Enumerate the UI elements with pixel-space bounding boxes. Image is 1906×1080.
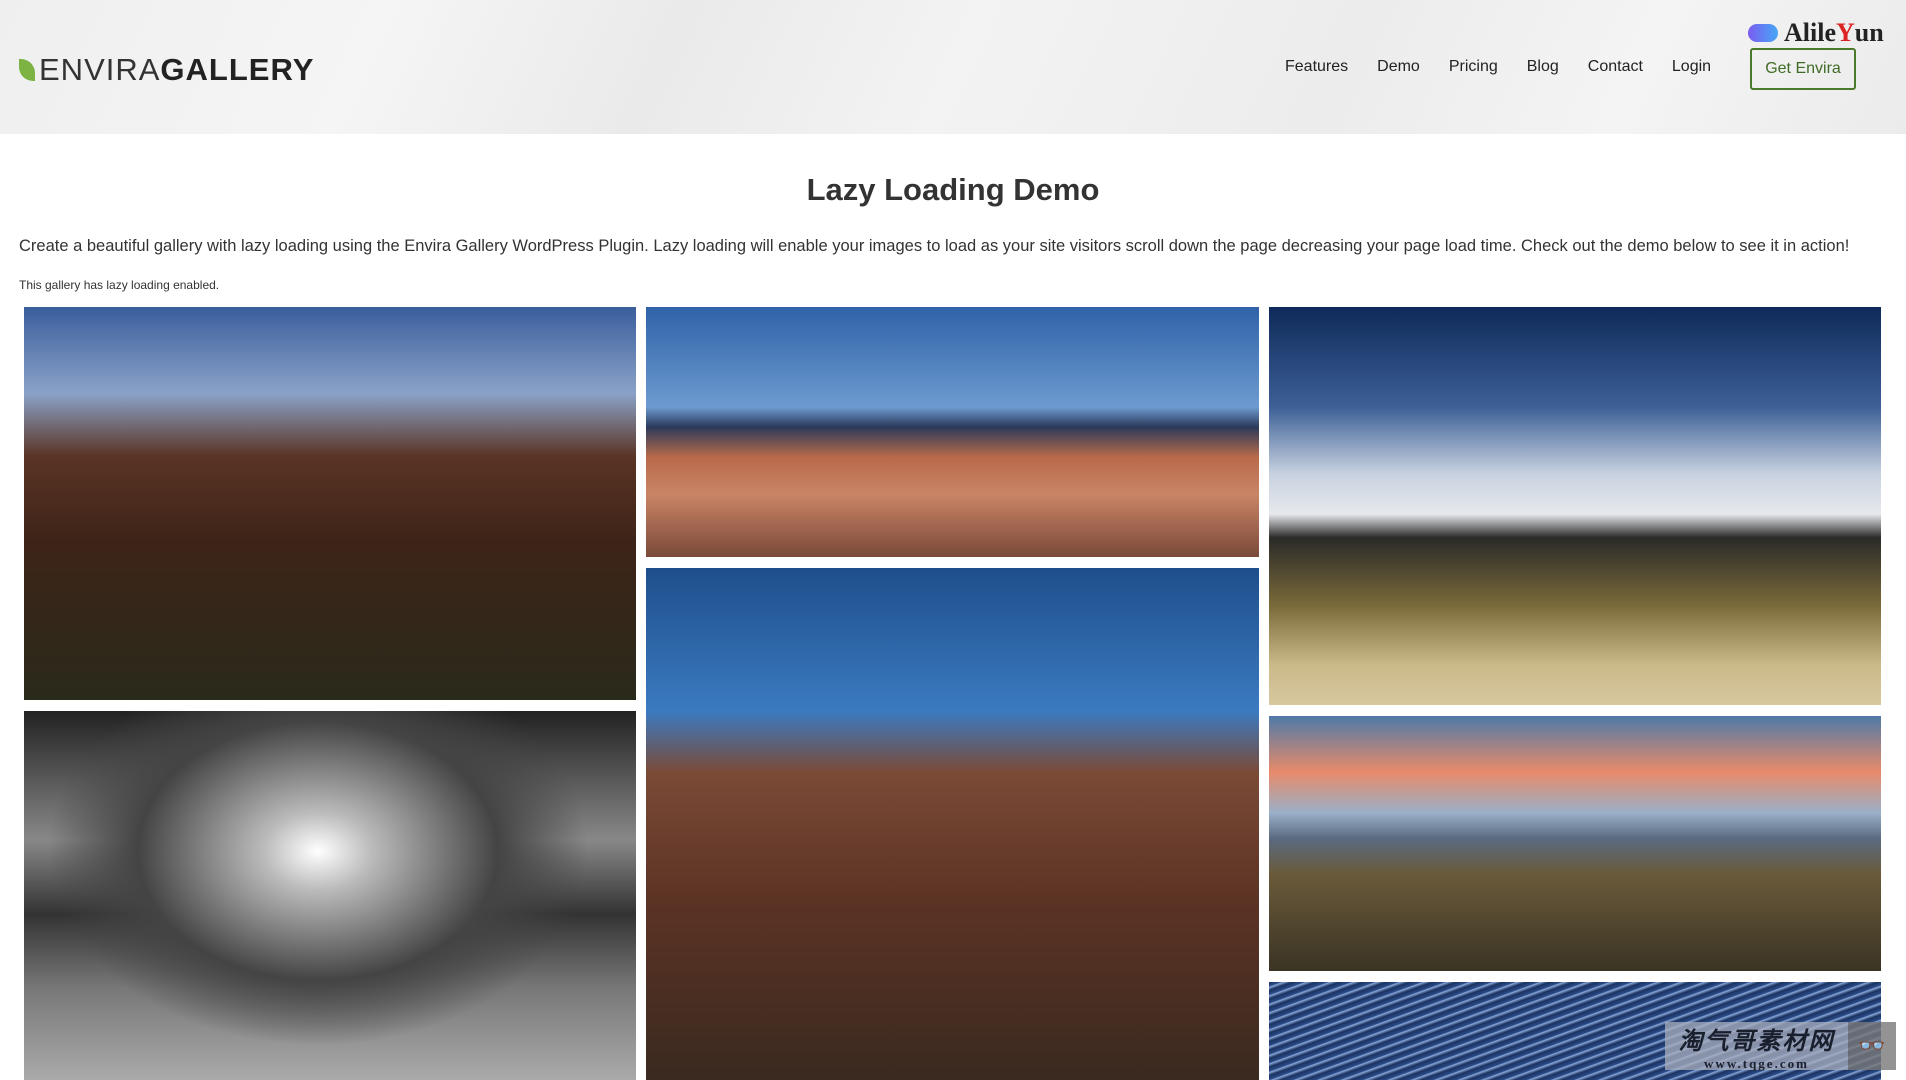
nav-login[interactable]: Login bbox=[1672, 58, 1711, 76]
nav-blog[interactable]: Blog bbox=[1527, 58, 1559, 76]
watermark-url: www.tqge.com bbox=[1704, 1055, 1809, 1071]
tqge-watermark: 淘气哥素材网 www.tqge.com bbox=[1665, 1022, 1848, 1071]
leaf-icon bbox=[19, 59, 35, 81]
envira-logo[interactable]: ENVIRA GALLERY bbox=[19, 52, 314, 88]
gallery-image-black-white-dunes[interactable] bbox=[24, 711, 636, 1080]
nav-pricing[interactable]: Pricing bbox=[1449, 58, 1498, 76]
cloud-icon bbox=[1748, 24, 1778, 42]
logo-text-gallery: GALLERY bbox=[160, 52, 315, 87]
gallery-image-canyon-night-road[interactable] bbox=[24, 307, 636, 700]
site-header: ENVIRA GALLERY Features Demo Pricing Blo… bbox=[0, 0, 1906, 134]
get-envira-button[interactable]: Get Envira bbox=[1750, 48, 1856, 90]
main-nav: Features Demo Pricing Blog Contact Login bbox=[1285, 58, 1740, 76]
glasses-icon: 👓 bbox=[1848, 1022, 1896, 1070]
gallery-note: This gallery has lazy loading enabled. bbox=[19, 278, 220, 292]
alileyun-watermark: Alile Yun bbox=[1748, 18, 1884, 48]
gallery-image-zion-star-trails[interactable] bbox=[646, 568, 1259, 1080]
gallery-image-sunset-badlands[interactable] bbox=[1269, 716, 1881, 971]
gallery-image-bryce-canyon-panorama[interactable] bbox=[646, 307, 1259, 557]
intro-text: Create a beautiful gallery with lazy loa… bbox=[19, 237, 1850, 255]
logo-text-envira: ENVIRA bbox=[39, 52, 161, 87]
page-title: Lazy Loading Demo bbox=[806, 172, 1100, 207]
watermark-text: Alile bbox=[1784, 18, 1836, 47]
gallery-image-snowy-mountains-road[interactable] bbox=[1269, 307, 1881, 705]
nav-contact[interactable]: Contact bbox=[1588, 58, 1643, 76]
nav-demo[interactable]: Demo bbox=[1377, 58, 1420, 76]
watermark-text: Y bbox=[1836, 18, 1855, 47]
watermark-text: un bbox=[1854, 18, 1884, 47]
nav-features[interactable]: Features bbox=[1285, 58, 1348, 76]
watermark-title: 淘气哥素材网 bbox=[1678, 1027, 1835, 1055]
